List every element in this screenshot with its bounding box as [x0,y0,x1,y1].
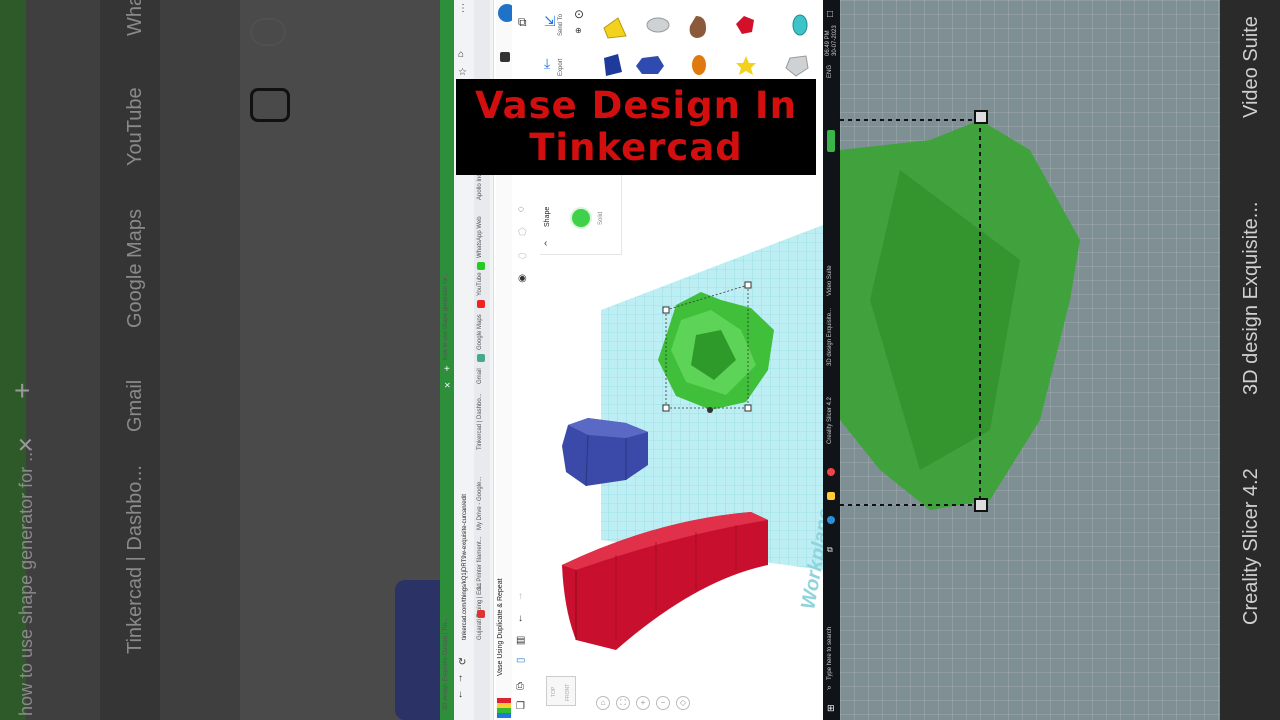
taskbar-search[interactable]: Type here to search [827,627,833,680]
taskbar-app-creality[interactable]: Creality Slicer 4.2 [827,397,833,444]
tab-active[interactable]: 3D design Exquisite Curcan | Tin... [443,618,449,710]
bookmark-2[interactable]: 3d Printer filament... [477,536,483,590]
banner-title: Vase Design In Tinkercad [475,85,797,169]
view-front-label: FRONT [565,683,571,701]
shapes-palette: Send To Export ⇲ ⤓ ⊙ ⊕ [536,0,823,80]
browser-window-edge [440,0,454,720]
tab-close-icon[interactable]: ✕ [444,382,451,390]
ellipse-tool-icon[interactable]: ⬭ [518,252,527,262]
view-controls: ⌂ ⛶ + − ◇ [596,696,690,710]
taskbar-lang: ENG [827,64,833,78]
red-twisted-shape[interactable] [562,512,768,650]
tab-other[interactable]: how to use shape generator for... [443,272,449,360]
notes-icon[interactable]: ▤ [516,636,525,646]
camera-icon [250,88,290,122]
export-label[interactable]: Export [558,59,564,76]
user-icon[interactable] [500,52,510,62]
export-icon[interactable]: ⤓ [544,56,550,70]
taskbar-item-creality: Creality Slicer 4.2 [1240,468,1262,625]
shape-thumbnails[interactable] [596,10,816,80]
search-icon[interactable]: ⌕ [827,684,831,692]
battery-icon [827,130,835,152]
bookmark-9[interactable]: Apollo Inc [477,174,483,200]
taskbar-time: 06:49 PM [825,30,831,56]
resize-handle [974,110,988,124]
taskbar-app-video-suite[interactable]: Video Suite [827,265,833,296]
view-top-label: TOP [551,686,557,697]
banner-line-2: Tinkercad [529,126,743,169]
youtube-icon [477,300,485,308]
task-view-icon[interactable]: ⧉ [827,546,833,554]
bookmark-youtube: YouTube [124,87,146,166]
reload-icon[interactable]: ↻ [458,658,466,668]
bookmark-tinkercad: Tinkercad | Dashbo... [124,465,146,654]
tab-title-blur: how to use shape generator for ... [16,446,36,716]
windows-start-icon[interactable]: ⊞ [827,704,835,713]
vase-zoom-blur [840,119,1080,510]
zoom-in-icon[interactable]: + [636,696,650,710]
view-cube[interactable]: TOP FRONT [546,676,576,706]
fit-view-icon[interactable]: ⛶ [616,696,630,710]
taskbar-item-3d-design: 3D design Exquisite... [1240,201,1262,395]
banner-line-1: Vase Design In [475,84,797,127]
notification-icon[interactable]: □ [827,10,833,20]
bookmark-3[interactable]: My Drive - Google... [477,477,483,530]
star-icon[interactable]: ☆ [458,68,467,78]
polygon-tool-icon[interactable]: ⬠ [518,228,527,238]
blurred-shape [395,580,440,720]
new-tab-icon[interactable]: + [444,365,450,375]
google-maps-icon [477,354,485,362]
bookmark-5[interactable]: Gmail [477,368,483,384]
search-shapes-icon[interactable]: ⊙ [574,8,584,20]
camera-tool-icon[interactable]: ◉ [518,274,527,284]
back-icon[interactable]: ↓ [458,690,463,700]
menu-icon[interactable]: ⋮ [458,4,468,14]
copy-icon[interactable]: ⧉ [518,16,527,28]
send-to-icon[interactable]: ⇲ [544,14,556,28]
zoom-out-icon[interactable]: − [656,696,670,710]
undo-icon[interactable]: ↑ [518,592,523,602]
title-banner: Vase Design In Tinkercad [456,79,816,175]
chrome-icon[interactable] [827,468,835,476]
shape-tool-icon[interactable]: ◌ [518,205,524,215]
duplicate-icon[interactable]: ❐ [516,702,525,712]
taskbar-app-3d-design[interactable]: 3D design Exquisite... [827,308,833,366]
taskbar-item-video-suite: Video Suite [1240,16,1262,118]
bookmark-favicon [477,610,485,618]
lightbulb-icon [250,18,286,46]
view-icon[interactable]: ▭ [516,656,525,666]
bookmark-7[interactable]: YouTube [477,272,483,296]
bookmark-8[interactable]: WhatsApp Web [477,216,483,258]
windows-taskbar: □ 06:49 PM 30-07-2023 ENG Video Suite 3D… [823,0,840,720]
bookmark-6[interactable]: Google Maps [477,314,483,350]
print-icon[interactable]: ⎙ [516,682,524,692]
bookmark-4[interactable]: Tinkercad | Dashbo... [477,393,483,450]
bookmark-google-maps: Google Maps [124,209,146,328]
left-background: + ✕ WhatsApp YouTube Google Maps Gmail T… [0,0,440,720]
app-icon[interactable] [827,516,835,524]
whatsapp-icon [477,262,485,270]
forward-icon[interactable]: ↑ [458,674,463,684]
file-explorer-icon[interactable] [827,492,835,500]
tinkercad-brand-icon [497,698,511,718]
tinkercad-screenshot: ↓ ↑ ↻ ⌂ ☆ + ✕ ⋮ how to use shape generat… [440,0,840,720]
settings-icon[interactable]: ⊕ [575,27,582,35]
orthographic-icon[interactable]: ◇ [676,696,690,710]
redo-icon[interactable]: ↓ [518,614,523,624]
page-heading: Vase Using Duplicate & Repeat [497,578,504,676]
right-background: Video Suite 3D design Exquisite... Creal… [840,0,1280,720]
taskbar-date: 30-07-2023 [832,25,838,56]
bookmark-whatsapp: WhatsApp [124,0,147,36]
resize-handle [974,498,988,512]
send-to-label[interactable]: Send To [558,14,564,36]
home-icon[interactable]: ⌂ [458,50,464,60]
bookmark-gmail: Gmail [124,379,146,432]
address-bar[interactable]: tinkercad.com/things/kQ1jDRT9w-exquisite… [462,494,468,640]
home-view-icon[interactable]: ⌂ [596,696,610,710]
workplane-scene: Workplane [562,225,823,650]
plus-icon: + [14,375,31,406]
